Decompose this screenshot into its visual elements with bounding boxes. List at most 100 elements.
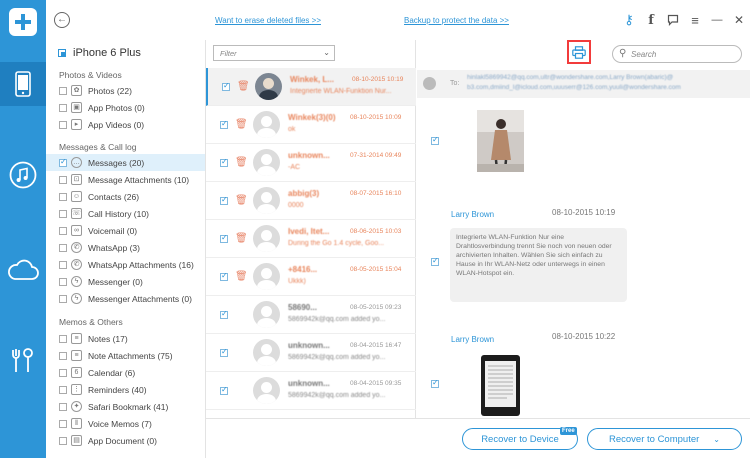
sidebar-item-call-history[interactable]: ☏ Call History (10): [46, 205, 205, 222]
list-item[interactable]: 🗑 unknown... 07-31-2014 09:49 -AC: [206, 144, 416, 182]
facebook-icon[interactable]: f: [640, 10, 662, 30]
sidebar-item-voice-memos[interactable]: ⦀ Voice Memos (7): [46, 415, 205, 432]
section-title-messages-call-log: Messages & Call log: [59, 142, 137, 152]
backup-data-link[interactable]: Backup to protect the data >>: [404, 16, 509, 25]
list-item[interactable]: 🗑 abbig(3) 08-07-2015 16:10 0000: [206, 182, 416, 220]
row-checkbox[interactable]: [220, 347, 228, 357]
avatar: [253, 301, 280, 328]
icloud-icon[interactable]: [0, 248, 46, 292]
message-date: 08-07-2015 16:10: [350, 190, 402, 197]
app-document-icon: ▤: [71, 435, 82, 446]
message-checkbox[interactable]: [431, 256, 439, 266]
row-checkbox[interactable]: [220, 195, 228, 205]
message-preview: 5869942k@qq.com added yo...: [288, 392, 386, 399]
note-attachments-icon: ≡: [71, 350, 82, 361]
sidebar-item-messenger[interactable]: ϟ Messenger (0): [46, 273, 205, 290]
message-list-pane: Filter ⌄ 🗑 Winkek, L... 08-10-2015 10:19…: [206, 40, 416, 418]
list-item[interactable]: 🗑 Winkek, L... 08-10-2015 10:19 Integrie…: [206, 68, 416, 106]
minimize-icon[interactable]: —: [706, 10, 728, 30]
message-date: 08-06-2015 10:03: [350, 228, 402, 235]
print-button[interactable]: [567, 40, 591, 64]
feedback-icon[interactable]: [662, 10, 684, 30]
messenger-attachments-icon: ϟ: [71, 293, 82, 304]
message-preview: ok: [288, 126, 296, 133]
contact-name: Winkek(3)(0): [288, 113, 336, 122]
list-item[interactable]: unknown... 08-04-2015 16:47 5869942k@qq.…: [206, 334, 416, 372]
key-icon[interactable]: ⚷: [618, 10, 640, 30]
safari-bookmark-icon: ✦: [71, 401, 82, 412]
itunes-music-icon[interactable]: [0, 153, 46, 197]
sidebar-item-message-attachments[interactable]: ⊡ Message Attachments (10): [46, 171, 205, 188]
avatar: [255, 73, 282, 100]
contact-name: Winkek, L...: [290, 75, 334, 84]
sidebar-item-messenger-attachments[interactable]: ϟ Messenger Attachments (0): [46, 290, 205, 307]
row-checkbox[interactable]: [220, 385, 228, 395]
call-history-icon: ☏: [71, 208, 82, 219]
filter-dropdown[interactable]: Filter ⌄: [213, 45, 335, 61]
deleted-trash-icon: 🗑: [235, 119, 248, 130]
recover-to-computer-button[interactable]: Recover to Computer ⌄: [587, 428, 742, 450]
row-checkbox[interactable]: [220, 309, 228, 319]
sidebar-item-notes[interactable]: ≡ Notes (17): [46, 330, 205, 347]
sidebar-item-messages[interactable]: …Messages (20): [46, 154, 205, 171]
deleted-trash-icon: 🗑: [237, 81, 250, 92]
list-item[interactable]: 🗑 Ivedi, Itet... 08-06-2015 10:03 During…: [206, 220, 416, 258]
free-badge: Free: [560, 427, 577, 435]
list-item[interactable]: 🗑 +8416... 08-05-2015 15:04 Ukkk): [206, 258, 416, 296]
sidebar-item-photos[interactable]: ✿ Photos (22): [46, 82, 205, 99]
whatsapp-icon: ✆: [71, 242, 82, 253]
device-selector[interactable]: iPhone 6 Plus: [58, 47, 141, 59]
reminders-icon: ⋮: [71, 384, 82, 395]
to-label: To:: [450, 80, 460, 87]
back-arrow-icon[interactable]: ←: [54, 12, 70, 28]
list-item[interactable]: 🗑 Winkek(3)(0) 08-10-2015 10:09 ok: [206, 106, 416, 144]
menu-icon[interactable]: ≡: [684, 10, 706, 30]
message-date: 08-04-2015 16:47: [350, 342, 402, 349]
sidebar-item-whatsapp[interactable]: ✆ WhatsApp (3): [46, 239, 205, 256]
message-preview: Integrierte WLAN-Funktion Nur...: [290, 88, 392, 95]
message-preview: -AC: [288, 164, 301, 171]
tools-icon[interactable]: [0, 338, 46, 382]
sidebar-item-app-document[interactable]: ▤ App Document (0): [46, 432, 205, 449]
message-preview: 0000: [288, 202, 304, 209]
messages-icon: …: [71, 157, 82, 168]
sidebar-item-whatsapp-attachments[interactable]: ✆ WhatsApp Attachments (16): [46, 256, 205, 273]
ereader-image-attachment[interactable]: [477, 353, 524, 418]
device-checkbox[interactable]: [58, 49, 66, 57]
chevron-down-icon[interactable]: ⌄: [713, 435, 720, 444]
deleted-trash-icon: 🗑: [235, 233, 248, 244]
search-input[interactable]: ⚲ Search: [612, 45, 742, 63]
sidebar-item-app-photos[interactable]: ▣ App Photos (0): [46, 99, 205, 116]
row-checkbox[interactable]: [220, 157, 228, 167]
voice-memos-icon: ⦀: [71, 418, 82, 429]
close-icon[interactable]: ✕: [728, 10, 750, 30]
recipient-avatar-icon: [423, 77, 436, 90]
deleted-trash-icon: 🗑: [235, 157, 248, 168]
sidebar-item-app-videos[interactable]: ▸ App Videos (0): [46, 116, 205, 133]
message-date: 08-05-2015 09:23: [350, 304, 402, 311]
sidebar-item-voicemail[interactable]: ∞ Voicemail (0): [46, 222, 205, 239]
row-checkbox[interactable]: [220, 119, 228, 129]
message-preview: 5869942k@qq.com added yo...: [288, 354, 386, 361]
photo-attachment[interactable]: [477, 110, 524, 172]
sidebar-item-reminders[interactable]: ⋮ Reminders (40): [46, 381, 205, 398]
voicemail-icon: ∞: [71, 225, 82, 236]
sidebar-item-contacts[interactable]: ☺ Contacts (26): [46, 188, 205, 205]
deleted-trash-icon: 🗑: [235, 195, 248, 206]
list-item[interactable]: 58690... 08-05-2015 09:23 5869942k@qq.co…: [206, 296, 416, 334]
phone-device-icon[interactable]: [0, 62, 46, 106]
sidebar-item-calendar[interactable]: 6 Calendar (6): [46, 364, 205, 381]
message-date: 08-05-2015 15:04: [350, 266, 402, 273]
row-checkbox[interactable]: [220, 233, 228, 243]
row-checkbox[interactable]: [222, 81, 230, 91]
list-item[interactable]: unknown... 08-04-2015 09:35 5869942k@qq.…: [206, 372, 416, 410]
sidebar-item-note-attachments[interactable]: ≡ Note Attachments (75): [46, 347, 205, 364]
row-checkbox[interactable]: [220, 271, 228, 281]
message-timestamp: 08-10-2015 10:22: [552, 332, 616, 341]
app-photos-icon: ▣: [71, 102, 82, 113]
contact-name: +8416...: [288, 265, 318, 274]
message-checkbox[interactable]: [431, 378, 439, 388]
erase-deleted-files-link[interactable]: Want to erase deleted files >>: [215, 16, 321, 25]
message-checkbox[interactable]: [431, 135, 439, 145]
sidebar-item-safari-bookmark[interactable]: ✦ Safari Bookmark (41): [46, 398, 205, 415]
